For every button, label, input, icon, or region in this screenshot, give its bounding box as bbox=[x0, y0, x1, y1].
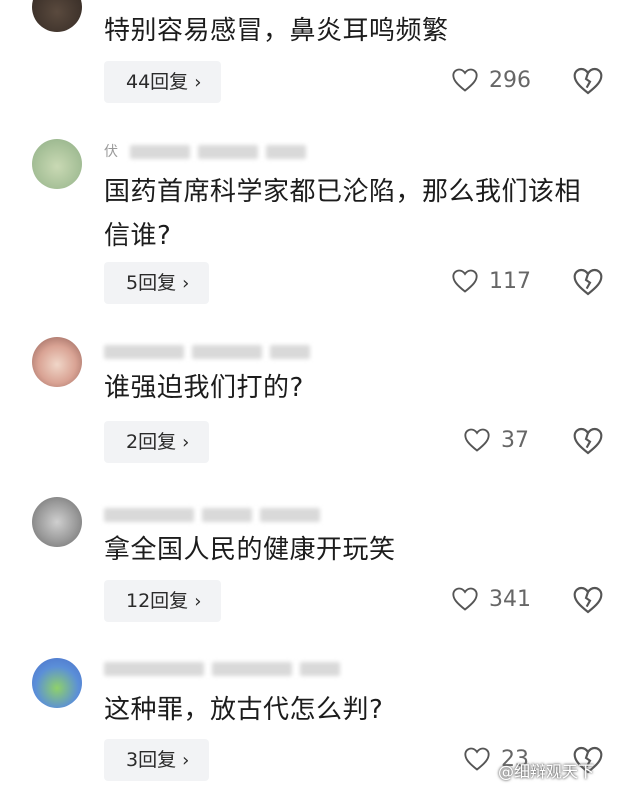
like-button[interactable]: 341 bbox=[451, 578, 531, 620]
like-count: 37 bbox=[501, 427, 529, 453]
username-blurred bbox=[104, 343, 318, 361]
view-replies-button[interactable]: 2回复 › bbox=[104, 421, 210, 463]
like-button[interactable]: 117 bbox=[451, 260, 531, 302]
chevron-right-icon: › bbox=[194, 72, 202, 93]
reply-count-label: 5回复 bbox=[126, 272, 177, 294]
broken-heart-icon[interactable] bbox=[572, 266, 604, 298]
reply-count-label: 44回复 bbox=[126, 71, 189, 93]
watermark: @细辩观天下 bbox=[498, 762, 595, 781]
reply-count-label: 12回复 bbox=[126, 590, 189, 612]
broken-heart-icon[interactable] bbox=[572, 584, 604, 616]
broken-heart-icon[interactable] bbox=[572, 65, 604, 97]
avatar[interactable] bbox=[32, 337, 82, 387]
chevron-right-icon: › bbox=[182, 273, 190, 294]
username-blurred bbox=[104, 506, 328, 524]
heart-outline-icon bbox=[464, 428, 490, 452]
comment-text: 这种罪，放古代怎么判? bbox=[104, 695, 384, 725]
comment-text: 谁强迫我们打的? bbox=[104, 373, 304, 403]
reply-count-label: 3回复 bbox=[126, 749, 177, 771]
comment-text: 拿全国人民的健康开玩笑 bbox=[104, 535, 396, 565]
username-blurred bbox=[104, 660, 348, 678]
like-count: 341 bbox=[489, 586, 531, 612]
broken-heart-icon[interactable] bbox=[572, 425, 604, 457]
heart-outline-icon bbox=[452, 269, 478, 293]
view-replies-button[interactable]: 44回复 › bbox=[104, 61, 222, 103]
comment-text: 特别容易感冒，鼻炎耳鸣频繁 bbox=[104, 16, 449, 46]
like-count: 296 bbox=[489, 67, 531, 93]
heart-outline-icon bbox=[452, 587, 478, 611]
like-button[interactable]: 37 bbox=[463, 419, 529, 461]
avatar[interactable] bbox=[32, 0, 82, 32]
heart-outline-icon bbox=[452, 68, 478, 92]
username-blurred: 伏 bbox=[104, 143, 314, 161]
like-button[interactable]: 296 bbox=[451, 59, 531, 101]
view-replies-button[interactable]: 3回复 › bbox=[104, 739, 210, 781]
view-replies-button[interactable]: 12回复 › bbox=[104, 580, 222, 622]
like-count: 117 bbox=[489, 268, 531, 294]
view-replies-button[interactable]: 5回复 › bbox=[104, 262, 210, 304]
chevron-right-icon: › bbox=[194, 591, 202, 612]
heart-outline-icon bbox=[464, 747, 490, 771]
avatar[interactable] bbox=[32, 139, 82, 189]
avatar[interactable] bbox=[32, 497, 82, 547]
reply-count-label: 2回复 bbox=[126, 431, 177, 453]
comment-text: 国药首席科学家都已沦陷，那么我们该相信谁? bbox=[104, 177, 582, 251]
chevron-right-icon: › bbox=[182, 432, 190, 453]
chevron-right-icon: › bbox=[182, 750, 190, 771]
username-prefix: 伏 bbox=[104, 144, 118, 160]
avatar[interactable] bbox=[32, 658, 82, 708]
